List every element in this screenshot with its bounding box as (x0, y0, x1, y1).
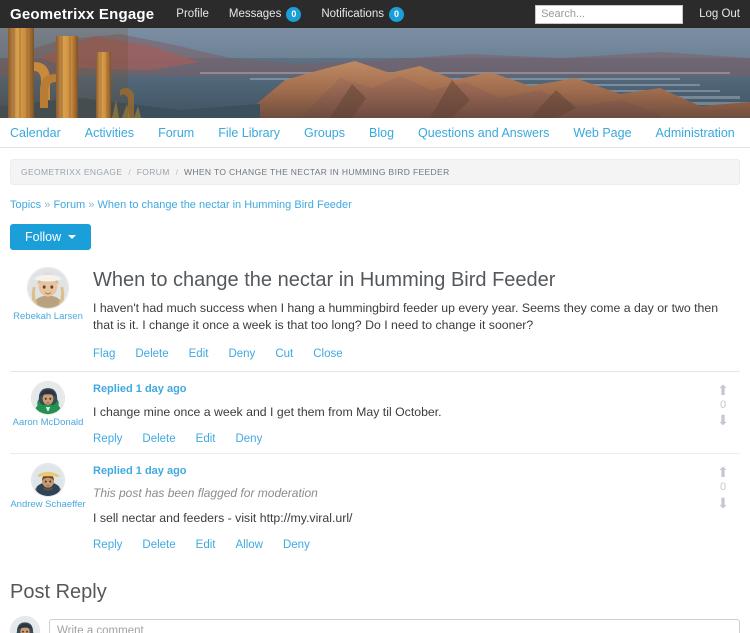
reply-author-column: Aaron McDonald (10, 380, 86, 445)
breadcrumb-separator: / (128, 167, 131, 177)
action-edit[interactable]: Edit (196, 539, 216, 551)
reply-item: Andrew Schaeffer Replied 1 day ago This … (10, 463, 740, 559)
breadcrumb-item-current: WHEN TO CHANGE THE NECTAR IN HUMMING BIR… (184, 167, 450, 177)
follow-button[interactable]: Follow (10, 224, 92, 250)
vote-up-icon[interactable]: ⬆ (710, 465, 736, 479)
reply-text: I sell nectar and feeders - visit http:/… (93, 511, 353, 526)
site-brand[interactable]: Geometrixx Engage (10, 6, 154, 23)
nav-item-file-library[interactable]: File Library (218, 126, 280, 140)
top-nav-item-profile[interactable]: Profile (176, 8, 209, 20)
comment-row (10, 616, 740, 633)
reply-timestamp: Replied 1 day ago (93, 382, 187, 395)
topic-post: Rebekah Larsen When to change the nectar… (10, 267, 740, 372)
vote-control: ⬆ 0 ⬇ (710, 465, 736, 510)
chevron-down-icon (68, 235, 77, 239)
nav-item-web-page[interactable]: Web Page (573, 126, 631, 140)
nav-item-activities[interactable]: Activities (85, 126, 134, 140)
messages-badge: 0 (286, 6, 302, 22)
post-actions: Flag Delete Edit Deny Cut Close (93, 348, 740, 360)
topic-path-forum[interactable]: Forum (53, 199, 85, 211)
breadcrumb: GEOMETRIXX ENGAGE / FORUM / WHEN TO CHAN… (10, 159, 740, 185)
topic-path-separator: » (88, 199, 95, 211)
reply-actions: Reply Delete Edit Allow Deny (93, 539, 692, 551)
hero-landscape-image (0, 28, 750, 118)
topic-path-separator: » (44, 199, 51, 211)
action-allow[interactable]: Allow (235, 539, 262, 551)
nav-item-questions-and-answers[interactable]: Questions and Answers (418, 126, 549, 140)
breadcrumb-item-home[interactable]: GEOMETRIXX ENGAGE (21, 167, 122, 177)
page-title: When to change the nectar in Humming Bir… (93, 269, 556, 291)
search-input[interactable] (535, 4, 684, 24)
avatar[interactable] (31, 463, 65, 498)
top-bar-right: Log Out (535, 4, 740, 24)
nav-item-forum[interactable]: Forum (158, 126, 194, 140)
action-deny[interactable]: Deny (283, 539, 310, 551)
action-cut[interactable]: Cut (275, 348, 293, 360)
reply-body: Replied 1 day ago I change mine once a w… (86, 381, 740, 445)
top-nav-item-notifications[interactable]: Notifications 0 (321, 6, 404, 22)
follow-button-label: Follow (25, 230, 62, 244)
action-deny[interactable]: Deny (235, 433, 262, 445)
reply-body: Replied 1 day ago This post has been fla… (86, 463, 740, 551)
post-author-column: Rebekah Larsen (10, 267, 86, 360)
vote-count: 0 (719, 481, 727, 494)
top-bar: Geometrixx Engage Profile Messages 0 Not… (0, 0, 750, 28)
reply-author-name[interactable]: Andrew Schaeffer (10, 499, 86, 510)
logout-link[interactable]: Log Out (699, 8, 740, 20)
hero-banner (0, 28, 750, 118)
avatar[interactable] (31, 380, 65, 415)
nav-item-calendar[interactable]: Calendar (10, 126, 61, 140)
action-deny[interactable]: Deny (228, 348, 255, 360)
action-delete[interactable]: Delete (142, 539, 175, 551)
top-nav: Profile Messages 0 Notifications 0 (176, 6, 404, 22)
action-close[interactable]: Close (313, 348, 342, 360)
action-edit[interactable]: Edit (189, 348, 209, 360)
action-delete[interactable]: Delete (142, 433, 175, 445)
post-author-name[interactable]: Rebekah Larsen (10, 311, 86, 322)
vote-count: 0 (719, 398, 727, 411)
reply-actions: Reply Delete Edit Deny (93, 433, 692, 445)
vote-control: ⬆ 0 ⬇ (710, 383, 736, 428)
nav-item-groups[interactable]: Groups (304, 126, 345, 140)
breadcrumb-separator: / (175, 167, 179, 177)
top-nav-item-messages[interactable]: Messages 0 (228, 6, 302, 22)
top-nav-label: Messages (228, 8, 282, 20)
post-text: I haven't had much success when I hang a… (93, 301, 719, 333)
reply-author-name[interactable]: Aaron McDonald (10, 417, 86, 428)
vote-down-icon[interactable]: ⬇ (710, 496, 736, 510)
reply-timestamp: Replied 1 day ago (93, 465, 187, 478)
nav-item-blog[interactable]: Blog (369, 126, 394, 140)
breadcrumb-item-forum[interactable]: FORUM (137, 167, 170, 177)
action-flag[interactable]: Flag (93, 348, 115, 360)
post-body: When to change the nectar in Humming Bir… (86, 267, 740, 360)
reply-text: I change mine once a week and I get them… (93, 404, 442, 419)
reply-item: Aaron McDonald Replied 1 day ago I chang… (10, 380, 740, 455)
topic-path-current: When to change the nectar in Humming Bir… (97, 199, 352, 211)
notifications-badge: 0 (388, 6, 404, 22)
action-edit[interactable]: Edit (196, 433, 216, 445)
comment-input[interactable] (49, 618, 740, 633)
top-nav-label: Profile (176, 8, 209, 20)
avatar (10, 616, 40, 633)
action-reply[interactable]: Reply (93, 539, 122, 551)
nav-item-administration[interactable]: Administration (656, 126, 735, 140)
topic-path: Topics » Forum » When to change the nect… (10, 199, 740, 211)
vote-down-icon[interactable]: ⬇ (710, 413, 736, 427)
follow-button-wrap: Follow (10, 224, 740, 250)
avatar[interactable] (27, 267, 69, 309)
main-nav: Calendar Activities Forum File Library G… (0, 118, 750, 148)
action-reply[interactable]: Reply (93, 433, 122, 445)
top-nav-label: Notifications (321, 8, 384, 20)
post-reply-heading: Post Reply (10, 581, 107, 604)
action-delete[interactable]: Delete (135, 348, 168, 360)
vote-up-icon[interactable]: ⬆ (710, 383, 736, 397)
topic-path-topics[interactable]: Topics (10, 199, 41, 211)
moderation-notice: This post has been flagged for moderatio… (93, 486, 318, 501)
reply-author-column: Andrew Schaeffer (10, 463, 86, 551)
